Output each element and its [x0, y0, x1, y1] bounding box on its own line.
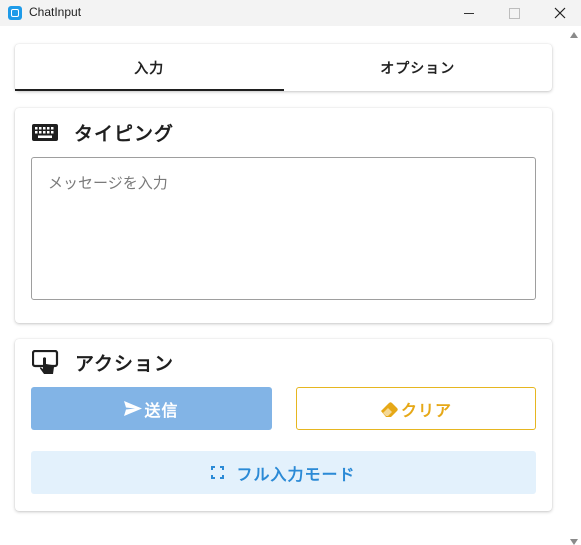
clear-button[interactable]: クリア: [296, 387, 536, 430]
clear-label: クリア: [400, 400, 452, 420]
send-icon: [124, 401, 143, 416]
tab-options[interactable]: オプション: [284, 44, 553, 91]
title-bar: ChatInput: [0, 0, 581, 26]
window-title: ChatInput: [29, 5, 82, 19]
action-card: アクション 送信 クリア フル入力モード: [15, 339, 552, 511]
send-label: 送信: [144, 400, 179, 420]
fullscreen-button[interactable]: フル入力モード: [31, 451, 536, 494]
eraser-icon: [380, 401, 398, 417]
message-input[interactable]: メッセージを入力: [31, 157, 536, 300]
fullscreen-label: フル入力モード: [236, 464, 356, 484]
minimize-button[interactable]: [446, 0, 492, 26]
typing-card: タイピング メッセージを入力: [15, 108, 552, 323]
typing-header: タイピング: [32, 119, 174, 146]
send-button[interactable]: 送信: [31, 387, 272, 430]
tab-input[interactable]: 入力: [15, 44, 284, 91]
scroll-down-arrow[interactable]: [570, 539, 578, 545]
scroll-up-arrow[interactable]: [570, 32, 578, 38]
typing-title: タイピング: [74, 123, 175, 145]
app-icon: [8, 6, 22, 20]
tab-bar: 入力 オプション: [15, 44, 552, 91]
close-button[interactable]: [537, 0, 581, 26]
close-icon: [554, 7, 566, 19]
maximize-button[interactable]: [491, 0, 537, 26]
keyboard-icon: [32, 124, 58, 141]
touch-screen-icon: [32, 349, 59, 374]
action-title: アクション: [75, 353, 175, 375]
action-header: アクション: [32, 349, 174, 376]
fullscreen-icon: [211, 466, 225, 479]
